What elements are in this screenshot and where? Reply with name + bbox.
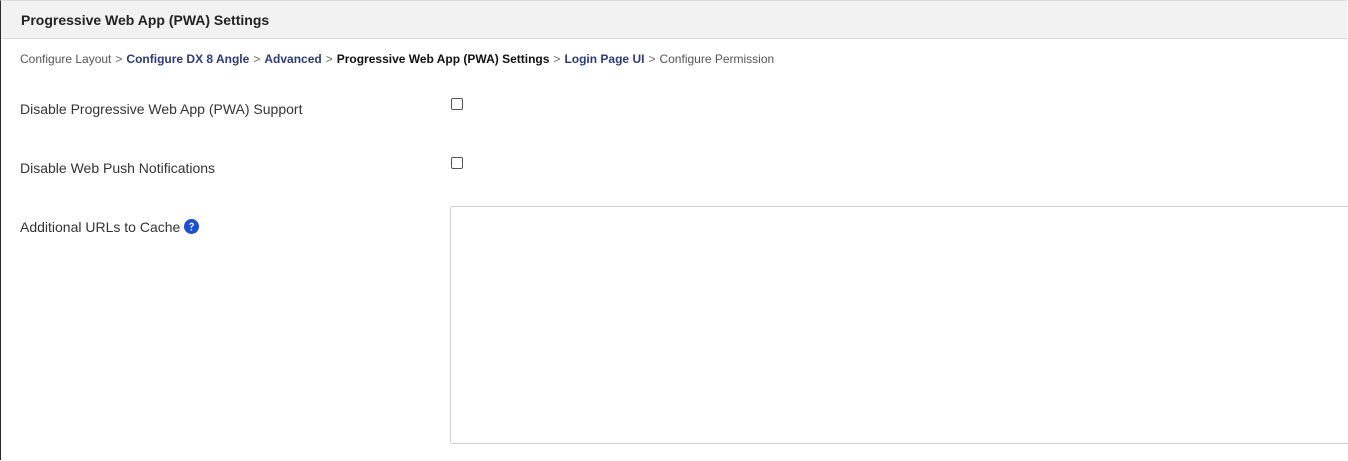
additional-urls-textarea[interactable]	[450, 206, 1348, 444]
breadcrumb-item-current: Progressive Web App (PWA) Settings	[336, 52, 550, 66]
breadcrumb-separator: >	[553, 52, 561, 66]
breadcrumb-separator: >	[648, 52, 656, 66]
disable-pwa-support-checkbox[interactable]	[451, 98, 463, 110]
breadcrumb-item-login-page-ui[interactable]: Login Page UI	[564, 52, 644, 66]
breadcrumb-item-configure-dx-8-angle[interactable]: Configure DX 8 Angle	[126, 52, 249, 66]
breadcrumb-item-configure-permission[interactable]: Configure Permission	[659, 52, 774, 66]
disable-web-push-label: Disable Web Push Notifications	[20, 160, 216, 176]
panel-header: Progressive Web App (PWA) Settings	[1, 1, 1347, 39]
additional-urls-label: Additional URLs to Cache	[20, 219, 181, 235]
breadcrumb-separator: >	[325, 52, 333, 66]
breadcrumb-separator: >	[253, 52, 261, 66]
breadcrumb-item-configure-layout[interactable]: Configure Layout	[20, 52, 111, 66]
additional-urls-label-row: Additional URLs to Cache	[20, 219, 200, 235]
breadcrumb-item-advanced[interactable]: Advanced	[264, 52, 321, 66]
breadcrumb: Configure Layout > Configure DX 8 Angle > Ad…	[20, 52, 774, 66]
question-circle-icon[interactable]	[184, 219, 200, 234]
disable-web-push-checkbox[interactable]	[451, 157, 463, 169]
page-title: Progressive Web App (PWA) Settings	[21, 12, 270, 28]
breadcrumb-separator: >	[115, 52, 123, 66]
disable-pwa-support-label: Disable Progressive Web App (PWA) Suppor…	[20, 101, 303, 117]
